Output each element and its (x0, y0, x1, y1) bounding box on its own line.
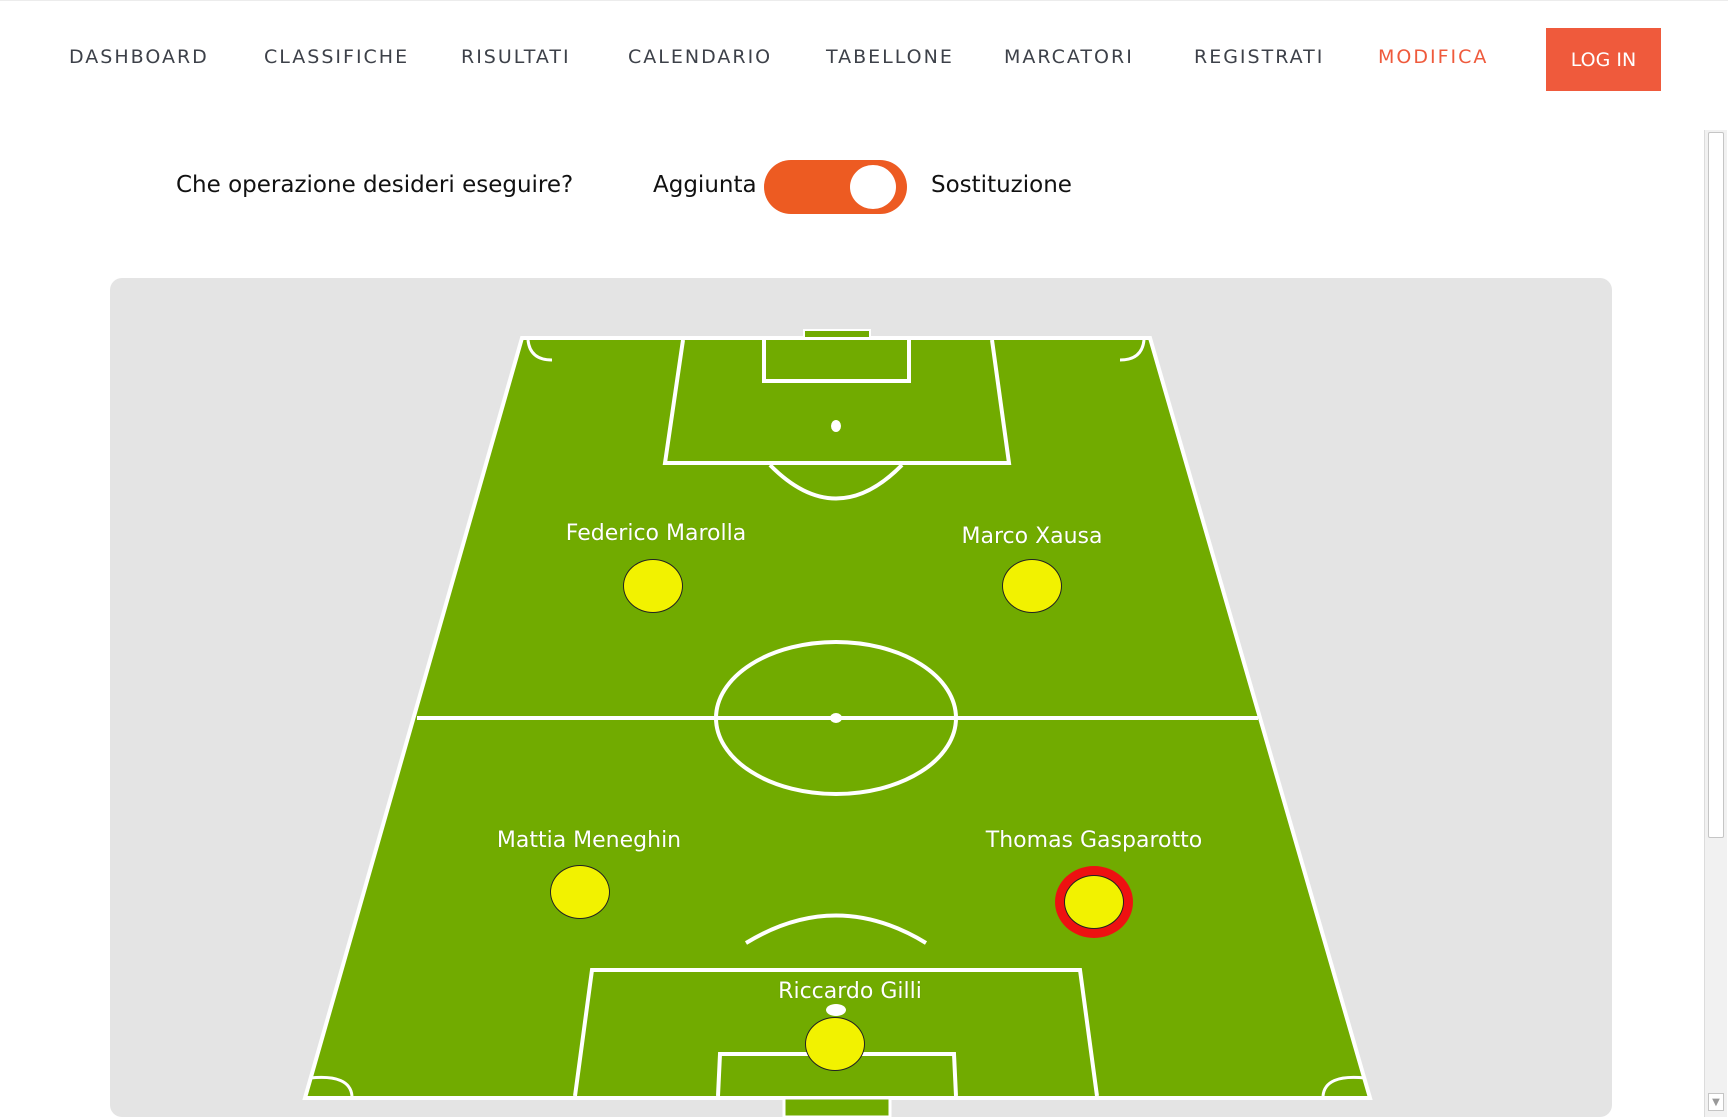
nav-registrati[interactable]: REGISTRATI (1194, 46, 1324, 68)
option-sostituzione-label[interactable]: Sostituzione (931, 172, 1072, 198)
top-goal (803, 329, 871, 339)
player-name: Federico Marolla (565, 521, 747, 546)
login-button[interactable]: LOG IN (1546, 28, 1661, 91)
toggle-knob (850, 165, 896, 209)
scrollbar-thumb[interactable] (1708, 132, 1724, 838)
nav-risultati[interactable]: RISULTATI (461, 46, 571, 68)
nav-calendario[interactable]: CALENDARIO (628, 46, 772, 68)
player-marker[interactable] (805, 1017, 865, 1071)
operation-question: Che operazione desideri eseguire? (176, 172, 574, 198)
player-name: Riccardo Gilli (778, 979, 922, 1004)
player-name: Marco Xausa (961, 524, 1103, 549)
player-marker[interactable] (1002, 559, 1062, 613)
bottom-penalty-spot (826, 1004, 846, 1016)
vertical-scrollbar[interactable]: ▼ (1704, 130, 1727, 1117)
nav-tabellone[interactable]: TABELLONE (826, 46, 954, 68)
bottom-goal (782, 1096, 892, 1117)
nav-classifiche[interactable]: CLASSIFICHE (264, 46, 409, 68)
center-spot (830, 713, 842, 723)
player-name: Thomas Gasparotto (985, 828, 1203, 853)
top-penalty-spot (831, 420, 841, 432)
scroll-down-arrow-icon[interactable]: ▼ (1708, 1093, 1724, 1111)
player-marker[interactable] (550, 865, 610, 919)
nav-marcatori[interactable]: MARCATORI (1004, 46, 1134, 68)
nav-modifica[interactable]: MODIFICA (1378, 46, 1488, 68)
nav-dashboard[interactable]: DASHBOARD (69, 46, 209, 68)
field-panel: Federico Marolla Marco Xausa Mattia Mene… (110, 278, 1612, 1117)
player-marker[interactable] (623, 559, 683, 613)
player-marker-selected[interactable] (1064, 875, 1124, 929)
top-navigation: DASHBOARD CLASSIFICHE RISULTATI CALENDAR… (0, 0, 1728, 115)
player-name: Mattia Meneghin (496, 828, 682, 853)
option-aggiunta-label[interactable]: Aggiunta (653, 172, 757, 198)
operation-toggle[interactable] (764, 160, 907, 214)
